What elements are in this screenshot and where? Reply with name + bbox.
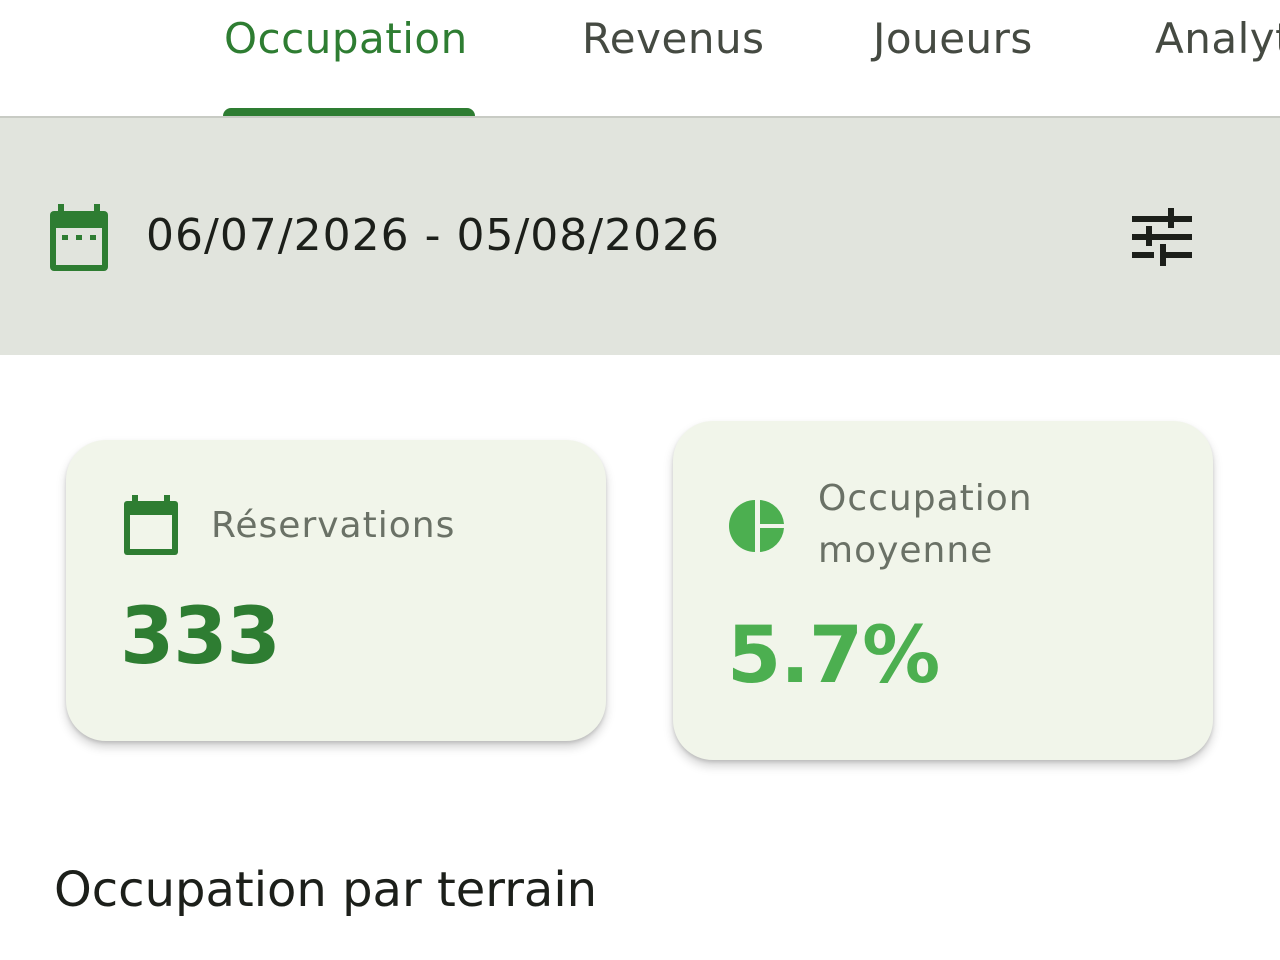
tab-joueurs[interactable]: Joueurs [873,14,1033,63]
tune-icon[interactable] [1124,202,1200,274]
occupation-card: Occupation moyenne 5.7% [673,421,1213,760]
calendar-icon [124,495,178,555]
tab-analytics[interactable]: Analyt [1155,14,1280,63]
tab-revenus[interactable]: Revenus [582,14,764,63]
occupation-value: 5.7% [727,611,940,701]
tab-occupation[interactable]: Occupation [224,14,468,63]
calendar-icon[interactable] [48,204,110,272]
occupation-label-line2: moyenne [818,530,994,571]
reservations-value: 333 [120,592,281,682]
active-tab-indicator [223,108,475,116]
date-range-text[interactable]: 06/07/2026 - 05/08/2026 [146,210,720,261]
section-title: Occupation par terrain [54,862,598,918]
tab-bar: Occupation Revenus Joueurs Analyt [0,0,1280,118]
reservations-card: Réservations 333 [66,440,606,741]
occupation-label-line1: Occupation [818,478,1033,519]
pie-chart-icon [729,500,784,552]
reservations-label: Réservations [211,505,456,546]
